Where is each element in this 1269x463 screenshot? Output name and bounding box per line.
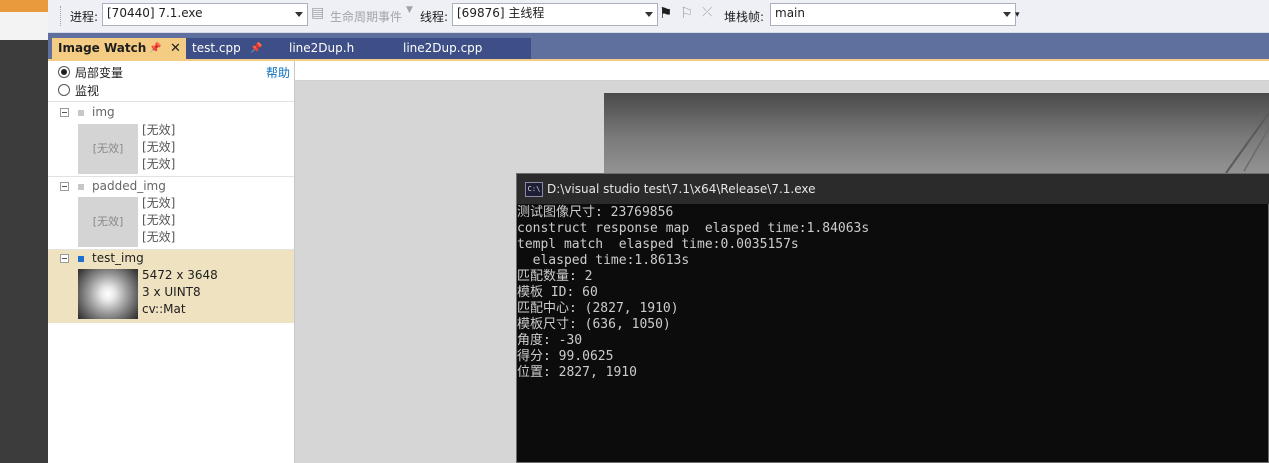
tab-label: Image Watch <box>58 41 147 55</box>
locals-label: 局部变量 <box>75 66 124 80</box>
info-line: cv::Mat <box>142 302 186 316</box>
tab-label: line2Dup.cpp <box>403 41 483 55</box>
thread-value: [69876] 主线程 <box>457 6 545 20</box>
info-line: [无效] <box>142 157 176 171</box>
console-line: 匹配数量: 2 <box>517 269 593 284</box>
process-label: 进程: <box>70 10 99 24</box>
pin-icon[interactable]: 📌 <box>250 38 262 59</box>
lifecycle-events-button[interactable]: 生命周期事件 <box>330 8 402 25</box>
variable-name: img <box>92 105 115 119</box>
tab-line2dup-h[interactable]: line2Dup.h <box>283 38 401 60</box>
stack-frame-label: 堆栈帧: <box>724 10 765 24</box>
chevron-down-icon <box>1003 12 1011 17</box>
watch-label: 监视 <box>75 84 100 98</box>
console-title-bar[interactable]: C:\ D:\visual studio test\7.1\x64\Releas… <box>517 174 1269 204</box>
info-line: 5472 x 3648 <box>142 268 218 282</box>
document-tab-bar: Image Watch 📌 ✕ test.cpp 📌 line2Dup.h li… <box>48 33 1269 60</box>
debug-location-toolbar: 进程: [70440] 7.1.exe ▤ 生命周期事件 ▼ 线程: [6987… <box>48 0 1269 33</box>
console-line: 得分: 99.0625 <box>517 349 614 364</box>
tab-label: line2Dup.h <box>289 41 355 55</box>
watch-radio[interactable] <box>58 84 70 96</box>
image-view-toolbar <box>295 61 1269 81</box>
image-thumbnail[interactable]: [无效] <box>78 124 138 174</box>
left-window-strip <box>0 0 48 463</box>
console-line: 匹配中心: (2827, 1910) <box>517 301 679 316</box>
thread-dropdown[interactable]: [69876] 主线程 <box>452 3 658 26</box>
chevron-down-icon <box>295 12 303 17</box>
collapse-icon[interactable] <box>60 108 69 117</box>
flag-multiple-icon[interactable]: ⚐ <box>680 4 693 22</box>
image-thumbnail[interactable]: [无效] <box>78 197 138 247</box>
console-output: 测试图像尺寸: 23769856 construct response map … <box>517 205 1269 381</box>
thread-label: 线程: <box>420 10 449 24</box>
tab-image-watch[interactable]: Image Watch 📌 ✕ <box>52 38 192 60</box>
watch-item-padded-img[interactable]: padded_img [无效] [无效] [无效] [无效] <box>48 176 294 250</box>
console-title: D:\visual studio test\7.1\x64\Release\7.… <box>547 182 816 196</box>
console-line: construct response map elasped time:1.84… <box>517 221 870 236</box>
info-line: 3 x UINT8 <box>142 285 201 299</box>
watch-item-img[interactable]: img [无效] [无效] [无效] [无效] <box>48 102 294 176</box>
collapse-icon[interactable] <box>60 254 69 263</box>
info-line: [无效] <box>142 230 176 244</box>
help-link[interactable]: 帮助 <box>266 64 290 81</box>
console-line: 模板 ID: 60 <box>517 285 598 300</box>
console-line: 角度: -30 <box>517 333 583 348</box>
tab-test-cpp[interactable]: test.cpp 📌 <box>186 38 287 60</box>
console-icon: C:\ <box>525 182 543 197</box>
process-dropdown[interactable]: [70440] 7.1.exe <box>102 3 308 26</box>
stack-frame-value: main <box>775 6 805 20</box>
image-info: 5472 x 3648 3 x UINT8 cv::Mat <box>142 267 218 318</box>
collapse-icon[interactable] <box>60 182 69 191</box>
console-line: elasped time:1.8613s <box>517 253 690 268</box>
tab-label: test.cpp <box>192 41 241 55</box>
item-marker-icon <box>78 256 84 262</box>
info-line: [无效] <box>142 196 176 210</box>
variable-name: padded_img <box>92 179 166 193</box>
chevron-down-icon: ▼ <box>406 5 413 15</box>
image-watch-panel: 局部变量 帮助 监视 img [无效] [无效] [无效] [无效] padde… <box>48 61 295 463</box>
background-window-accent <box>0 0 48 12</box>
console-line: 位置: 2827, 1910 <box>517 365 637 380</box>
close-icon[interactable]: ✕ <box>170 38 181 59</box>
variable-name: test_img <box>92 251 144 265</box>
stack-frame-dropdown[interactable]: main <box>770 3 1016 26</box>
toolbar-overflow-icon[interactable]: ▾ <box>1015 10 1020 20</box>
lifecycle-events-icon: ▤ <box>311 5 325 21</box>
watch-item-test-img[interactable]: test_img 5472 x 3648 3 x UINT8 cv::Mat <box>48 250 294 323</box>
image-info: [无效] [无效] [无效] <box>142 122 175 173</box>
info-line: [无效] <box>142 140 176 154</box>
flag-thread-icon[interactable]: ⚑ <box>659 4 672 22</box>
process-value: [70440] 7.1.exe <box>107 6 203 20</box>
info-line: [无效] <box>142 213 176 227</box>
console-line: 模板尺寸: (636, 1050) <box>517 317 671 332</box>
toolbar-grip[interactable] <box>60 6 64 26</box>
pin-icon[interactable]: 📌 <box>149 38 161 59</box>
item-marker-icon <box>78 184 84 190</box>
image-info: [无效] [无效] [无效] <box>142 195 175 246</box>
console-window[interactable]: C:\ D:\visual studio test\7.1\x64\Releas… <box>516 173 1269 463</box>
info-line: [无效] <box>142 123 176 137</box>
console-line: templ match elasped time:0.0035157s <box>517 237 799 252</box>
console-line: 测试图像尺寸: 23769856 <box>517 205 674 220</box>
tab-line2dup-cpp[interactable]: line2Dup.cpp <box>397 38 531 60</box>
chevron-down-icon <box>645 12 653 17</box>
image-thumbnail[interactable] <box>78 269 138 319</box>
item-marker-icon <box>78 110 84 116</box>
unflag-icon[interactable]: ⤫ <box>702 5 712 20</box>
locals-radio[interactable] <box>58 66 70 78</box>
background-window-area <box>0 12 48 40</box>
